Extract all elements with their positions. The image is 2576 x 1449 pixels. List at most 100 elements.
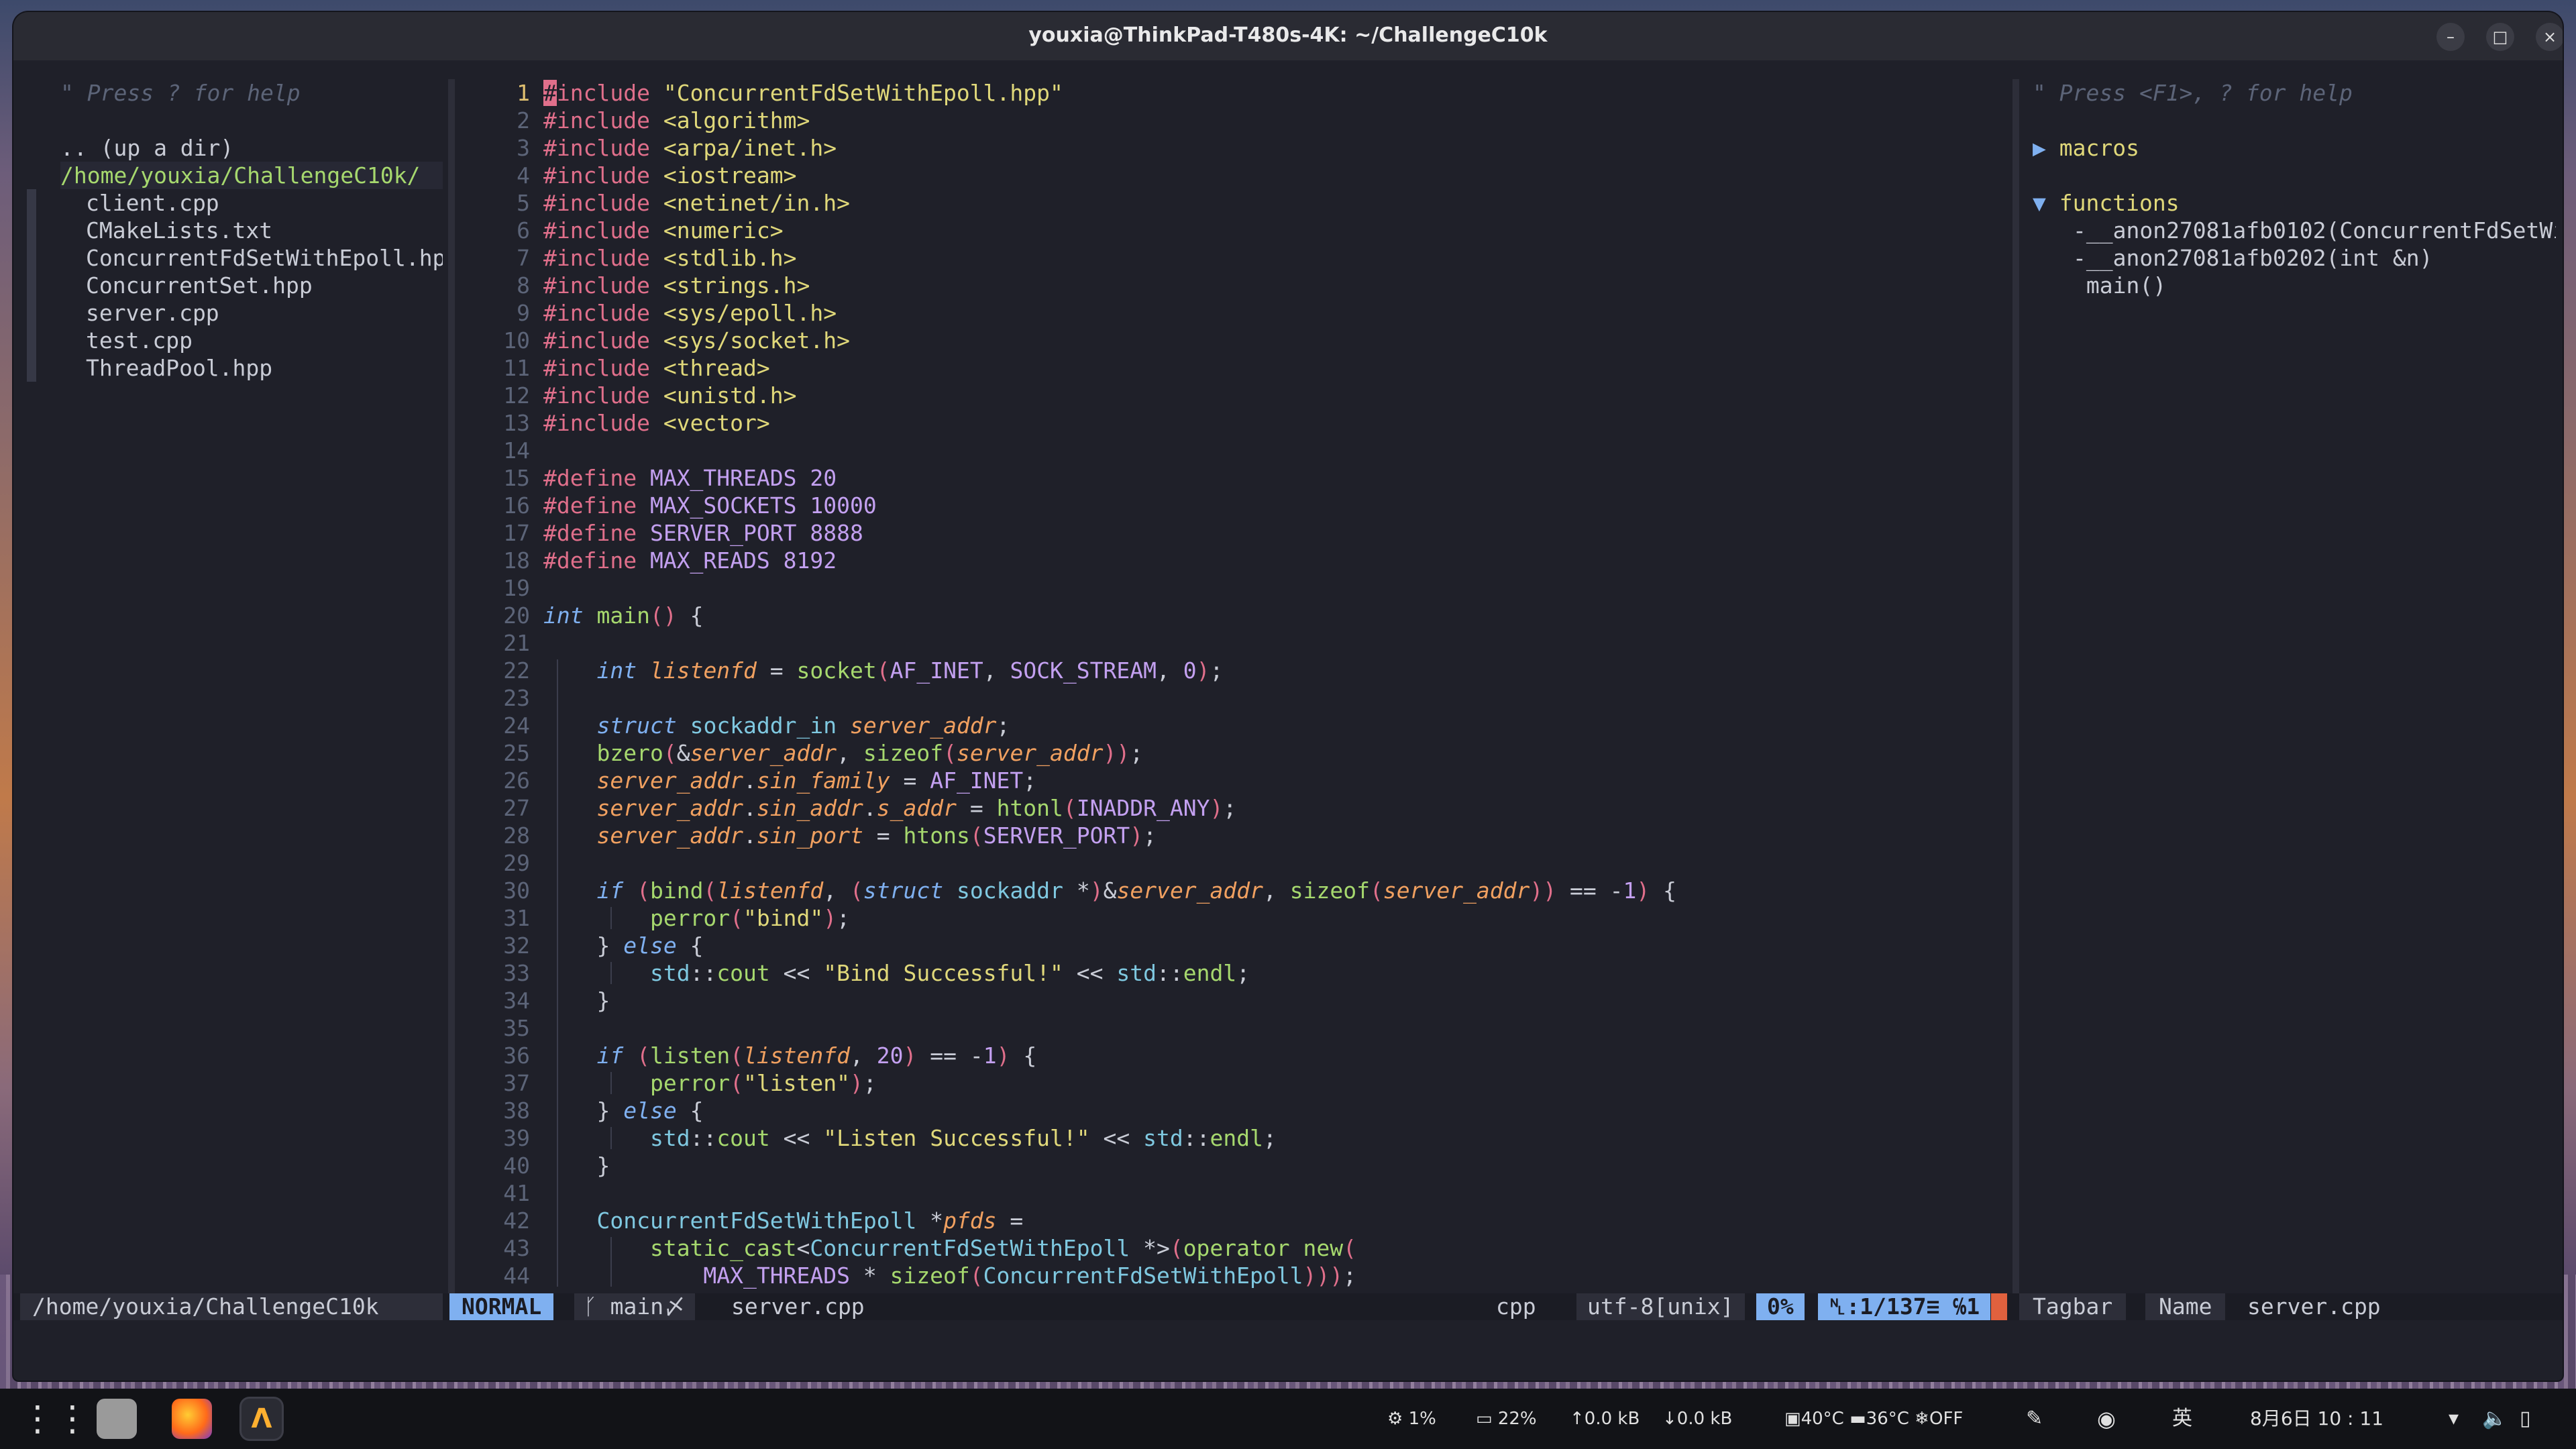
tree-file[interactable]: CMakeLists.txt xyxy=(86,217,272,244)
code-line[interactable]: perror("listen"); xyxy=(543,1069,877,1097)
pane-separator[interactable] xyxy=(2012,79,2019,1313)
code-line[interactable]: server_addr.sin_addr.s_addr = htonl(INAD… xyxy=(543,794,1236,822)
code-line[interactable]: server_addr.sin_port = htons(SERVER_PORT… xyxy=(543,822,1157,849)
download-rate: 0.0 kB xyxy=(1676,1409,1733,1429)
memory-usage: 22% xyxy=(1497,1409,1537,1429)
code-editor-pane[interactable]: 1 #include "ConcurrentFdSetWithEpoll.hpp"… xyxy=(470,79,2012,1327)
code-line[interactable]: #define MAX_THREADS 20 xyxy=(543,464,837,492)
volume-icon[interactable]: 🔈 xyxy=(2482,1389,2507,1449)
line-number: 29 xyxy=(503,850,530,876)
tree-up-dir[interactable]: .. (up a dir) xyxy=(60,134,233,162)
code-line[interactable]: } xyxy=(543,1152,610,1179)
tagbar-functions-label: functions xyxy=(2059,190,2180,216)
code-line[interactable]: #define SERVER_PORT 8888 xyxy=(543,519,863,547)
code-line[interactable]: int listenfd = socket(AF_INET, SOCK_STRE… xyxy=(543,657,1223,684)
input-method[interactable]: 英 xyxy=(2172,1389,2192,1449)
tree-file[interactable]: client.cpp xyxy=(86,189,219,217)
code-line[interactable]: #include <netinet/in.h> xyxy=(543,189,850,217)
line-number: 43 xyxy=(503,1235,530,1261)
code-line[interactable]: #include <sys/socket.h> xyxy=(543,327,850,354)
download-indicator: ↓0.0 kB xyxy=(1662,1409,1733,1429)
code-line[interactable]: ConcurrentFdSetWithEpoll *pfds = xyxy=(543,1207,1023,1234)
tree-file[interactable]: server.cpp xyxy=(86,299,219,327)
tagbar-status-file: server.cpp xyxy=(2247,1293,2381,1320)
line-number: 5 xyxy=(517,190,530,216)
code-line[interactable]: int main() { xyxy=(543,602,703,629)
close-button[interactable]: × xyxy=(2536,23,2563,51)
tagbar-function-item[interactable]: main() xyxy=(2073,272,2166,299)
tree-cwd[interactable]: /home/youxia/ChallengeC10k/ xyxy=(60,162,443,189)
upload-rate: 0.0 kB xyxy=(1584,1409,1640,1429)
line-number: 12 xyxy=(503,382,530,409)
tree-file[interactable]: ConcurrentSet.hpp xyxy=(86,272,313,299)
line-number: 25 xyxy=(503,740,530,766)
cpu-temp: 40°C xyxy=(1801,1409,1844,1429)
code-line[interactable]: struct sockaddr_in server_addr; xyxy=(543,712,1010,739)
code-line[interactable]: static_cast<ConcurrentFdSetWithEpoll *>(… xyxy=(543,1234,1356,1262)
upload-indicator: ↑0.0 kB xyxy=(1570,1409,1640,1429)
code-line[interactable]: std::cout << "Bind Successful!" << std::… xyxy=(543,959,1250,987)
vim-editor[interactable]: " Press ? for help .. (up a dir) /home/y… xyxy=(13,60,2563,1381)
pen-icon[interactable]: ✎ xyxy=(2026,1389,2043,1449)
code-line[interactable]: #define MAX_SOCKETS 10000 xyxy=(543,492,877,519)
code-line[interactable]: #include <stdlib.h> xyxy=(543,244,797,272)
code-line[interactable]: perror("bind"); xyxy=(543,904,850,932)
maximize-button[interactable]: □ xyxy=(2486,23,2514,51)
disk-temp: 36°C xyxy=(1866,1409,1909,1429)
tagbar-pane[interactable]: " Press <F1>, ? for help ▶ macros ▼ func… xyxy=(2019,79,2556,1327)
code-line[interactable]: #include <thread> xyxy=(543,354,770,382)
pane-separator[interactable] xyxy=(448,79,455,1313)
alacritty-icon[interactable]: Λ xyxy=(241,1399,282,1439)
line-number: 19 xyxy=(503,575,530,601)
code-line[interactable]: MAX_THREADS * sizeof(ConcurrentFdSetWith… xyxy=(543,1262,1356,1289)
code-line[interactable]: #include <arpa/inet.h> xyxy=(543,134,837,162)
code-line[interactable]: } xyxy=(543,987,610,1014)
line-number: 4 xyxy=(517,162,530,189)
record-icon[interactable]: ◉ xyxy=(2097,1389,2116,1449)
tagbar-macros[interactable]: ▶ macros xyxy=(2033,134,2139,162)
tagbar-functions[interactable]: ▼ functions xyxy=(2033,189,2180,217)
files-app-icon[interactable] xyxy=(97,1399,137,1439)
status-line: /home/youxia/ChallengeC10k NORMAL ᚴ main… xyxy=(13,1293,2563,1320)
line-number: 18 xyxy=(503,547,530,574)
line-number: 6 xyxy=(517,217,530,244)
code-line[interactable]: } else { xyxy=(543,1097,703,1124)
tree-file[interactable]: ConcurrentFdSetWithEpoll.hp xyxy=(86,244,443,272)
indent-guide xyxy=(610,1127,612,1149)
code-line[interactable]: bzero(&server_addr, sizeof(server_addr))… xyxy=(543,739,1143,767)
tagbar-help-text: " Press <F1>, ? for help xyxy=(2033,80,2353,106)
code-line[interactable]: } else { xyxy=(543,932,703,959)
nerdtree-pane[interactable]: " Press ? for help .. (up a dir) /home/y… xyxy=(20,79,443,1327)
code-line[interactable]: #include <sys/epoll.h> xyxy=(543,299,837,327)
collapsed-icon: ▶ xyxy=(2033,135,2046,161)
code-line[interactable]: #define MAX_READS 8192 xyxy=(543,547,837,574)
tree-file[interactable]: ThreadPool.hpp xyxy=(86,354,272,382)
tagbar-function-item[interactable]: -__anon27081afb0202(int &n) xyxy=(2073,244,2432,272)
line-number: 36 xyxy=(503,1042,530,1069)
tree-file[interactable]: test.cpp xyxy=(86,327,193,354)
code-line[interactable]: #include "ConcurrentFdSetWithEpoll.hpp" xyxy=(543,79,1063,107)
line-number: 32 xyxy=(503,932,530,959)
code-line[interactable]: #include <unistd.h> xyxy=(543,382,797,409)
battery-icon[interactable]: ▯ xyxy=(2520,1389,2531,1449)
code-line[interactable]: #include <iostream> xyxy=(543,162,797,189)
fan-status: OFF xyxy=(1929,1409,1964,1429)
line-number: 21 xyxy=(503,630,530,656)
code-line[interactable]: if (listen(listenfd, 20) == -1) { xyxy=(543,1042,1036,1069)
tagbar-function-item[interactable]: -__anon27081afb0102(ConcurrentFdSetWi xyxy=(2073,217,2556,244)
code-line[interactable]: #include <numeric> xyxy=(543,217,784,244)
code-line[interactable]: #include <strings.h> xyxy=(543,272,810,299)
line-number: 34 xyxy=(503,987,530,1014)
code-line[interactable]: #include <vector> xyxy=(543,409,770,437)
code-line[interactable]: std::cout << "Listen Successful!" << std… xyxy=(543,1124,1277,1152)
code-line[interactable]: server_addr.sin_family = AF_INET; xyxy=(543,767,1036,794)
line-number: 30 xyxy=(503,877,530,904)
clock[interactable]: 8月6日 10 : 11 xyxy=(2250,1389,2383,1449)
code-line[interactable]: if (bind(listenfd, (struct sockaddr *)&s… xyxy=(543,877,1676,904)
minimize-button[interactable]: – xyxy=(2436,23,2465,51)
line-number: 27 xyxy=(503,795,530,821)
wifi-icon[interactable]: ▾ xyxy=(2449,1389,2459,1449)
title-bar[interactable]: youxia@ThinkPad-T480s-4K: ~/ChallengeC10… xyxy=(13,12,2563,60)
code-line[interactable]: #include <algorithm> xyxy=(543,107,810,134)
firefox-icon[interactable] xyxy=(172,1399,212,1439)
